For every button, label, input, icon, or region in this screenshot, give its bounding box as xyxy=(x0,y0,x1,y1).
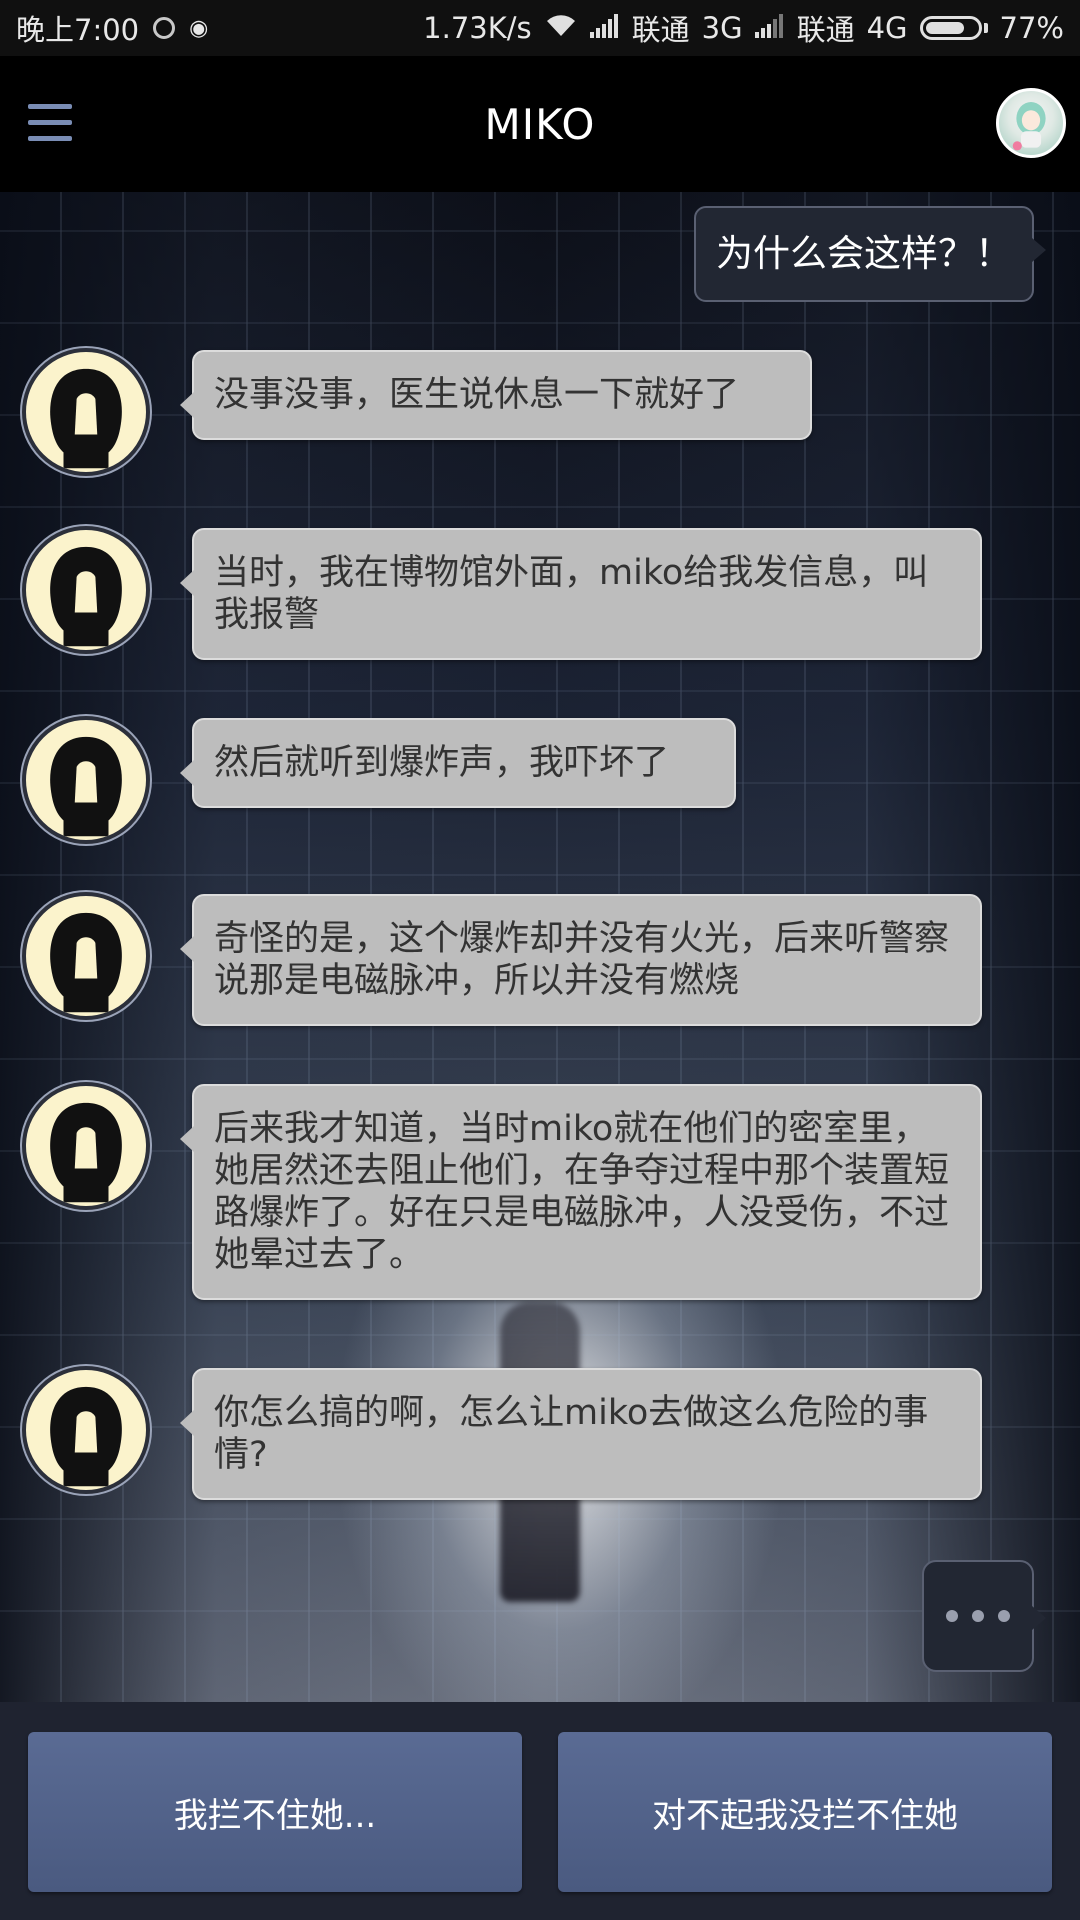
contact-avatar[interactable] xyxy=(22,1082,150,1210)
message-bubble: 然后就听到爆炸声，我吓坏了 xyxy=(180,718,736,808)
typing-dots-icon xyxy=(922,1560,1046,1672)
message-bubble: 当时，我在博物馆外面，miko给我发信息，叫我报警 xyxy=(180,528,982,660)
status-bar: 晚上7:00 ◉ 1.73K/s 联通 3G 联通 4G 77% xyxy=(0,0,1080,56)
contact-avatar[interactable] xyxy=(22,1366,150,1494)
network-speed: 1.73K/s xyxy=(423,11,532,45)
reply-option-1-button[interactable]: 我拦不住她... xyxy=(28,1732,522,1892)
app-bar: MIKO xyxy=(0,56,1080,192)
profile-avatar[interactable] xyxy=(996,88,1066,158)
reply-option-2-button[interactable]: 对不起我没拦不住她 xyxy=(558,1732,1052,1892)
signal-icon xyxy=(589,11,620,45)
wifi-icon xyxy=(544,11,578,45)
app-notification-icon xyxy=(153,17,176,39)
network-type-1: 3G xyxy=(701,11,743,45)
status-time: 晚上7:00 xyxy=(16,13,140,47)
signal-icon-2 xyxy=(754,11,785,45)
carrier-1: 联通 xyxy=(631,13,690,47)
outgoing-message: 为什么会这样？！ xyxy=(694,206,1046,302)
message-bubble: 奇怪的是，这个爆炸却并没有火光，后来听警察说那是电磁脉冲，所以并没有燃烧 xyxy=(180,894,982,1026)
contact-avatar[interactable] xyxy=(22,348,150,476)
weibo-icon: ◉ xyxy=(189,15,209,41)
hamburger-menu-icon[interactable] xyxy=(28,104,72,144)
page-title: MIKO xyxy=(484,99,596,149)
battery-icon xyxy=(919,16,988,40)
network-type-2: 4G xyxy=(866,11,908,45)
contact-avatar[interactable] xyxy=(22,892,150,1020)
message-bubble: 你怎么搞的啊，怎么让miko去做这么危险的事情? xyxy=(180,1368,982,1500)
contact-avatar[interactable] xyxy=(22,716,150,844)
battery-level xyxy=(925,22,965,34)
reply-options: 我拦不住她... 对不起我没拦不住她 xyxy=(0,1702,1080,1920)
contact-avatar[interactable] xyxy=(22,526,150,654)
message-bubble: 没事没事，医生说休息一下就好了 xyxy=(180,350,812,440)
message-bubble: 后来我才知道，当时miko就在他们的密室里，她居然还去阻止他们，在争夺过程中那个… xyxy=(180,1084,982,1300)
chat-area[interactable]: 为什么会这样？！ 没事没事，医生说休息一下就好了 当时，我在博物馆外面，miko… xyxy=(0,192,1080,1702)
battery-percent: 77% xyxy=(999,11,1064,45)
carrier-2: 联通 xyxy=(796,13,855,47)
